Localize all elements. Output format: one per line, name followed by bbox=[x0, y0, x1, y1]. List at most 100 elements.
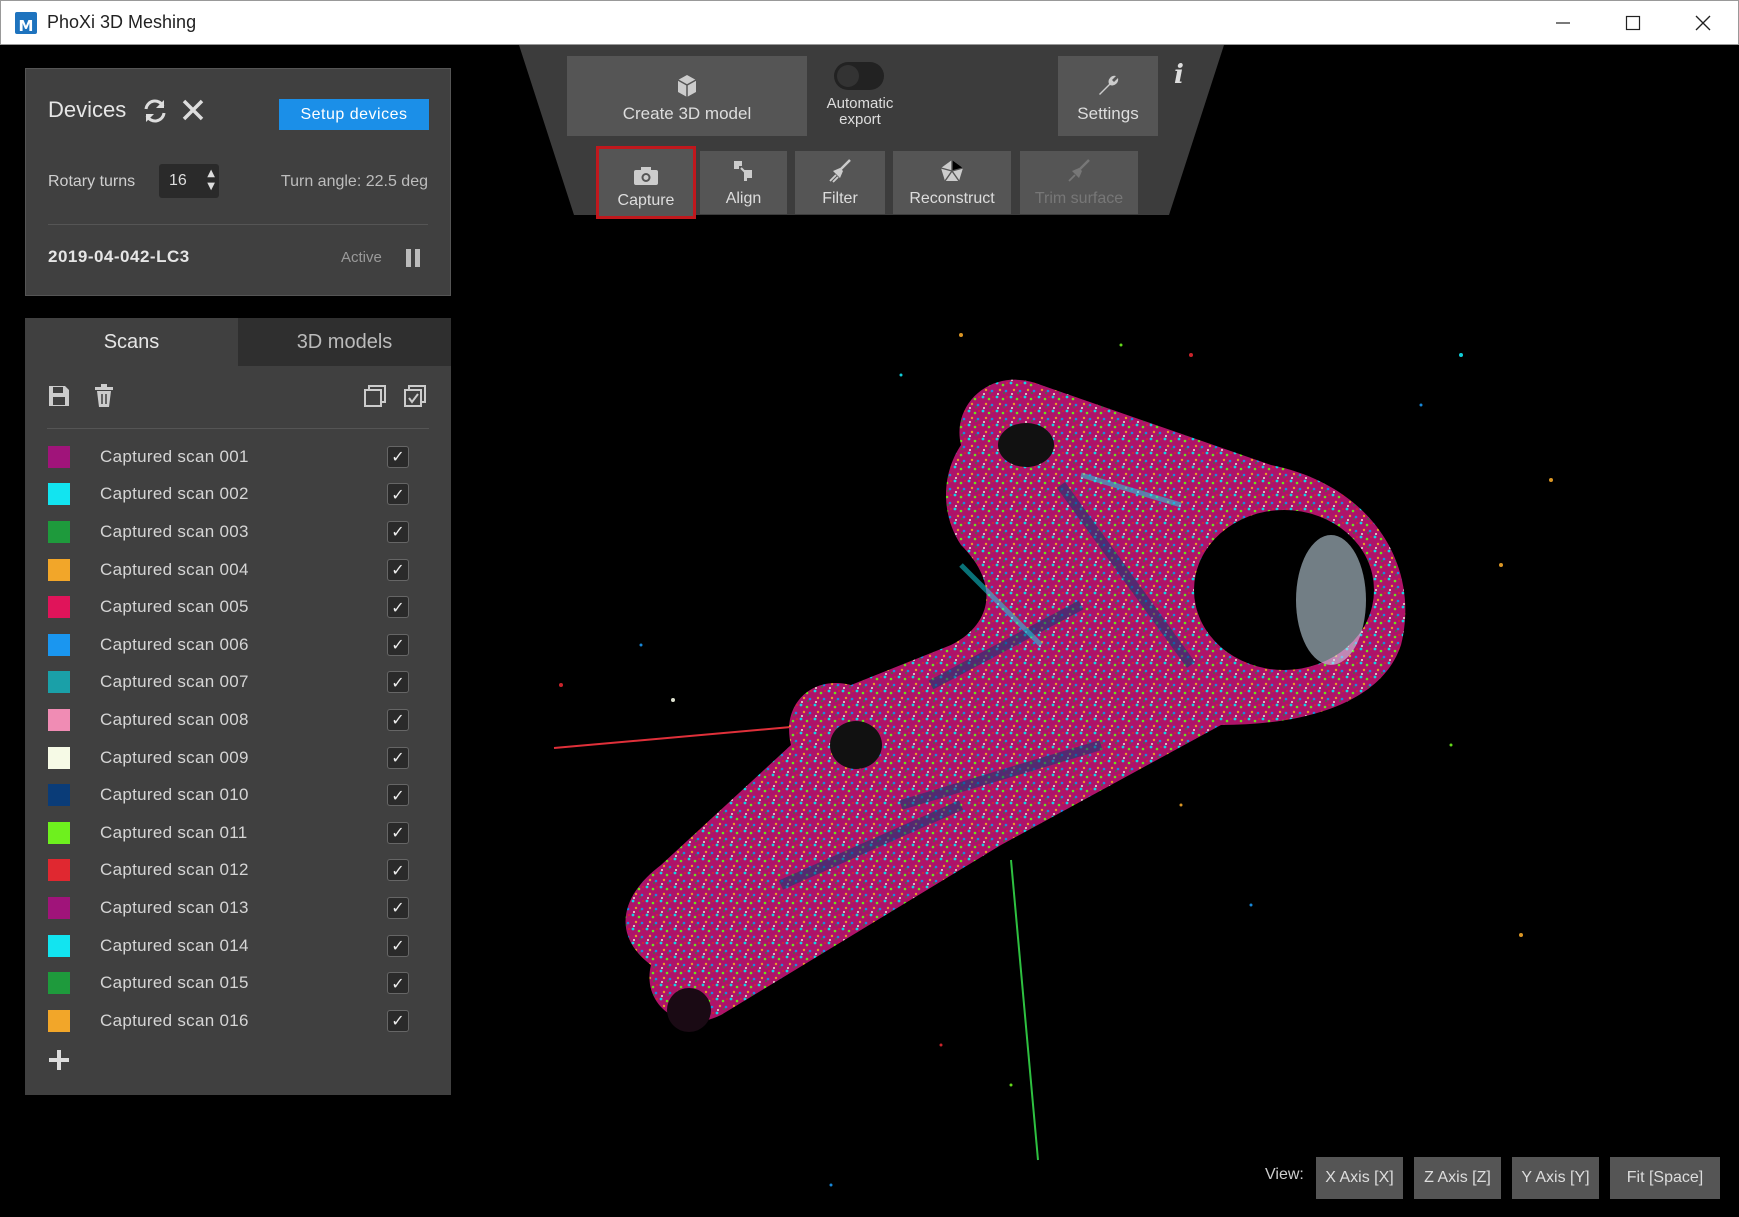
scan-label[interactable]: Captured scan 008 bbox=[100, 710, 249, 730]
scan-visibility-checkbox[interactable]: ✓ bbox=[387, 934, 409, 957]
scan-row[interactable]: Captured scan 008 ✓ bbox=[25, 701, 451, 739]
scan-visibility-checkbox[interactable]: ✓ bbox=[387, 859, 409, 882]
scan-color-swatch[interactable] bbox=[48, 784, 70, 807]
scan-label[interactable]: Captured scan 005 bbox=[100, 597, 249, 617]
maximize-button[interactable] bbox=[1598, 1, 1668, 45]
filter-button[interactable]: Filter bbox=[795, 151, 885, 214]
scan-visibility-checkbox[interactable]: ✓ bbox=[387, 633, 409, 656]
scan-label[interactable]: Captured scan 016 bbox=[100, 1011, 249, 1031]
rotary-turns-stepper[interactable]: 16 ▲ ▼ bbox=[159, 164, 219, 198]
save-icon[interactable] bbox=[47, 384, 71, 408]
scan-label[interactable]: Captured scan 001 bbox=[100, 447, 249, 467]
setup-devices-button[interactable]: Setup devices bbox=[279, 99, 429, 130]
scan-label[interactable]: Captured scan 010 bbox=[100, 785, 249, 805]
scan-label[interactable]: Captured scan 009 bbox=[100, 748, 249, 768]
scan-row[interactable]: Captured scan 016 ✓ bbox=[25, 1002, 451, 1040]
scan-label[interactable]: Captured scan 006 bbox=[100, 635, 249, 655]
add-scan-icon[interactable] bbox=[47, 1048, 71, 1072]
scan-row[interactable]: Captured scan 009 ✓ bbox=[25, 739, 451, 777]
select-all-icon[interactable] bbox=[403, 384, 427, 408]
scan-row[interactable]: Captured scan 007 ✓ bbox=[25, 664, 451, 702]
scan-label[interactable]: Captured scan 015 bbox=[100, 973, 249, 993]
scan-row[interactable]: Captured scan 005 ✓ bbox=[25, 588, 451, 626]
scan-row[interactable]: Captured scan 001 ✓ bbox=[25, 438, 451, 476]
scan-color-swatch[interactable] bbox=[48, 483, 70, 506]
scan-color-swatch[interactable] bbox=[48, 633, 70, 656]
scan-color-swatch[interactable] bbox=[48, 1009, 70, 1032]
fit-view-button[interactable]: Fit [Space] bbox=[1610, 1157, 1720, 1199]
info-icon[interactable]: i bbox=[1174, 60, 1184, 90]
scan-visibility-checkbox[interactable]: ✓ bbox=[387, 746, 409, 769]
reconstruct-icon bbox=[940, 160, 964, 182]
reconstruct-button[interactable]: Reconstruct bbox=[893, 151, 1011, 214]
scan-color-swatch[interactable] bbox=[48, 746, 70, 769]
scan-visibility-checkbox[interactable]: ✓ bbox=[387, 708, 409, 731]
scan-visibility-checkbox[interactable]: ✓ bbox=[387, 1009, 409, 1032]
scan-visibility-checkbox[interactable]: ✓ bbox=[387, 896, 409, 919]
z-axis-view-button[interactable]: Z Axis [Z] bbox=[1414, 1157, 1501, 1199]
scan-color-swatch[interactable] bbox=[48, 934, 70, 957]
scan-tool-row bbox=[25, 366, 451, 426]
scan-label[interactable]: Captured scan 003 bbox=[100, 522, 249, 542]
device-name[interactable]: 2019-04-042-LC3 bbox=[48, 247, 190, 267]
scan-row[interactable]: Captured scan 004 ✓ bbox=[25, 551, 451, 589]
tab-3d-models[interactable]: 3D models bbox=[238, 318, 451, 366]
scan-row[interactable]: Captured scan 013 ✓ bbox=[25, 889, 451, 927]
scan-label[interactable]: Captured scan 004 bbox=[100, 560, 249, 580]
scan-row[interactable]: Captured scan 002 ✓ bbox=[25, 476, 451, 514]
scan-color-swatch[interactable] bbox=[48, 972, 70, 995]
scan-label[interactable]: Captured scan 012 bbox=[100, 860, 249, 880]
rotary-turns-value: 16 bbox=[169, 172, 187, 189]
scan-visibility-checkbox[interactable]: ✓ bbox=[387, 972, 409, 995]
trim-surface-button[interactable]: Trim surface bbox=[1020, 151, 1138, 214]
y-axis-view-button[interactable]: Y Axis [Y] bbox=[1512, 1157, 1599, 1199]
scan-visibility-checkbox[interactable]: ✓ bbox=[387, 520, 409, 543]
minimize-button[interactable] bbox=[1528, 1, 1598, 45]
scan-label[interactable]: Captured scan 011 bbox=[100, 823, 248, 843]
scan-row[interactable]: Captured scan 015 ✓ bbox=[25, 964, 451, 1002]
scan-visibility-checkbox[interactable]: ✓ bbox=[387, 483, 409, 506]
broom-icon bbox=[829, 159, 851, 183]
scans-divider bbox=[47, 428, 429, 429]
scan-color-swatch[interactable] bbox=[48, 445, 70, 468]
scan-visibility-checkbox[interactable]: ✓ bbox=[387, 671, 409, 694]
select-none-icon[interactable] bbox=[363, 384, 387, 408]
stepper-down-icon[interactable]: ▼ bbox=[207, 180, 215, 193]
tab-scans[interactable]: Scans bbox=[25, 318, 238, 366]
scan-row[interactable]: Captured scan 011 ✓ bbox=[25, 814, 451, 852]
scan-row[interactable]: Captured scan 014 ✓ bbox=[25, 927, 451, 965]
scan-label[interactable]: Captured scan 002 bbox=[100, 484, 249, 504]
close-window-button[interactable] bbox=[1668, 1, 1738, 45]
align-button[interactable]: Align bbox=[700, 151, 787, 214]
capture-button[interactable]: Capture bbox=[596, 146, 696, 219]
scan-row[interactable]: Captured scan 010 ✓ bbox=[25, 776, 451, 814]
scan-label[interactable]: Captured scan 014 bbox=[100, 936, 249, 956]
x-axis-view-button[interactable]: X Axis [X] bbox=[1316, 1157, 1403, 1199]
scan-row[interactable]: Captured scan 006 ✓ bbox=[25, 626, 451, 664]
scan-color-swatch[interactable] bbox=[48, 520, 70, 543]
scan-color-swatch[interactable] bbox=[48, 821, 70, 844]
scan-color-swatch[interactable] bbox=[48, 671, 70, 694]
scan-visibility-checkbox[interactable]: ✓ bbox=[387, 596, 409, 619]
settings-button[interactable]: Settings bbox=[1058, 56, 1158, 136]
scan-color-swatch[interactable] bbox=[48, 558, 70, 581]
scan-visibility-checkbox[interactable]: ✓ bbox=[387, 445, 409, 468]
refresh-icon[interactable] bbox=[141, 97, 169, 125]
scan-row[interactable]: Captured scan 003 ✓ bbox=[25, 513, 451, 551]
scan-color-swatch[interactable] bbox=[48, 596, 70, 619]
create-3d-model-button[interactable]: Create 3D model bbox=[567, 56, 807, 136]
scan-color-swatch[interactable] bbox=[48, 896, 70, 919]
scan-label[interactable]: Captured scan 013 bbox=[100, 898, 249, 918]
scan-visibility-checkbox[interactable]: ✓ bbox=[387, 558, 409, 581]
stepper-arrows[interactable]: ▲ ▼ bbox=[207, 167, 215, 193]
scan-row[interactable]: Captured scan 012 ✓ bbox=[25, 852, 451, 890]
remove-device-icon[interactable] bbox=[181, 98, 205, 122]
pause-icon[interactable] bbox=[406, 249, 422, 267]
scan-visibility-checkbox[interactable]: ✓ bbox=[387, 784, 409, 807]
scan-color-swatch[interactable] bbox=[48, 859, 70, 882]
scan-label[interactable]: Captured scan 007 bbox=[100, 672, 249, 692]
scan-color-swatch[interactable] bbox=[48, 708, 70, 731]
stepper-up-icon[interactable]: ▲ bbox=[207, 167, 215, 180]
delete-icon[interactable] bbox=[93, 384, 115, 408]
scan-visibility-checkbox[interactable]: ✓ bbox=[387, 821, 409, 844]
